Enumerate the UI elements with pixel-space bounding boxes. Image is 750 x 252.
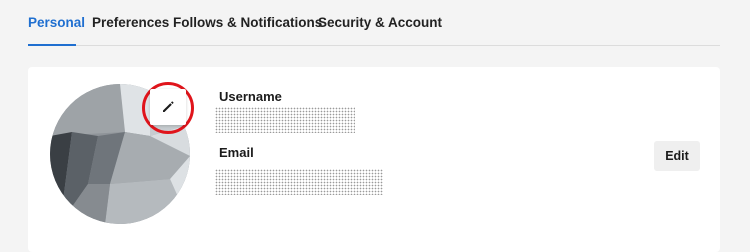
email-value <box>215 169 383 195</box>
pencil-icon <box>163 101 174 112</box>
active-tab-indicator <box>28 44 76 46</box>
email-label: Email <box>219 145 254 160</box>
profile-card: Username Email Edit <box>28 67 720 252</box>
tab-follows-notifications[interactable]: Follows & Notifications <box>173 15 322 30</box>
tab-personal[interactable]: Personal <box>28 15 85 30</box>
tab-preferences[interactable]: Preferences <box>92 15 169 30</box>
settings-tabs: Personal Preferences Follows & Notificat… <box>28 0 720 46</box>
edit-avatar-button[interactable] <box>150 89 186 125</box>
edit-button[interactable]: Edit <box>654 141 700 171</box>
tab-security-account[interactable]: Security & Account <box>318 15 442 30</box>
username-value <box>215 107 355 133</box>
username-label: Username <box>219 89 282 104</box>
